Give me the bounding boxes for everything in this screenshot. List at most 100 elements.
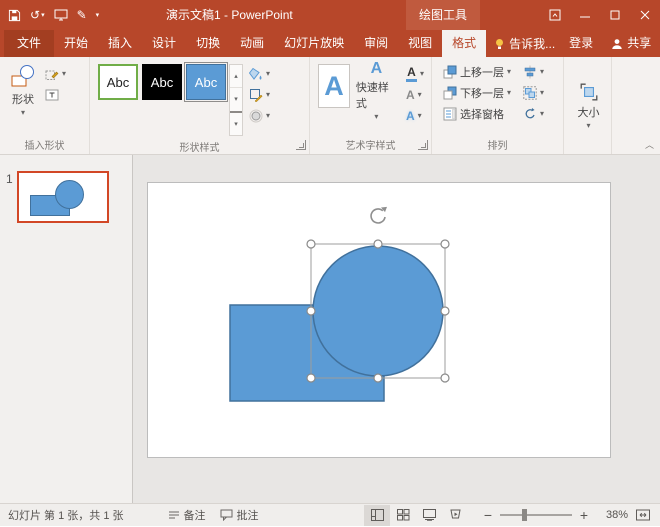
workspace: 1	[0, 155, 660, 503]
save-button[interactable]	[8, 9, 21, 22]
text-effects-icon: A	[406, 110, 415, 122]
send-backward-dropdown-icon: ▾	[507, 89, 511, 97]
size-dropdown-icon: ▾	[586, 122, 590, 130]
customize-qat-button[interactable]: ▾	[96, 12, 100, 19]
zoom-out-button[interactable]: −	[482, 508, 494, 522]
edit-shape-dropdown-icon: ▾	[62, 70, 66, 78]
handle-middle-left[interactable]	[307, 307, 315, 315]
text-outline-icon: A	[406, 89, 415, 101]
insert-shapes-button[interactable]: 形状 ▾	[6, 61, 40, 119]
text-effects-button[interactable]: A ▾	[403, 107, 427, 124]
share-button[interactable]: 共享	[605, 30, 657, 57]
selection-pane-button[interactable]: 选择窗格	[440, 105, 514, 122]
comments-button[interactable]: 批注	[213, 504, 266, 527]
align-button[interactable]: ▾	[520, 63, 547, 80]
send-backward-button[interactable]: 下移一层 ▾	[440, 84, 514, 101]
slideshow-view-button[interactable]	[442, 505, 468, 526]
handle-bottom-left[interactable]	[307, 374, 315, 382]
undo-icon: ↺	[30, 8, 40, 22]
gallery-up-icon[interactable]: ▴	[230, 65, 242, 87]
notes-button[interactable]: 备注	[161, 504, 213, 527]
handle-bottom-center[interactable]	[374, 374, 382, 382]
sign-in-button[interactable]: 登录	[563, 30, 599, 57]
shapes-button-label: 形状	[12, 91, 34, 107]
shape-fill-button[interactable]: ▾	[246, 65, 273, 82]
view-buttons	[364, 505, 468, 526]
text-fill-dropdown-icon: ▾	[420, 70, 424, 78]
handle-top-right[interactable]	[441, 240, 449, 248]
zoom-slider-thumb[interactable]	[522, 509, 527, 521]
close-button[interactable]	[630, 0, 660, 30]
slide-sorter-view-button[interactable]	[390, 505, 416, 526]
quick-styles-button[interactable]: A 快速样式 ▾	[352, 61, 401, 123]
zoom-controls: − + 38%	[482, 508, 652, 522]
slideshow-view-icon	[449, 509, 462, 521]
undo-button[interactable]: ↺ ▾	[30, 8, 45, 22]
wordart-dialog-launcher[interactable]	[418, 140, 428, 150]
handle-top-center[interactable]	[374, 240, 382, 248]
tell-me-box[interactable]: 告诉我...	[486, 30, 563, 57]
drawing-tools-context-header[interactable]: 绘图工具	[406, 0, 480, 30]
pen-mode-button[interactable]: ✎	[77, 8, 87, 22]
lightbulb-icon	[494, 38, 505, 50]
handle-middle-right[interactable]	[441, 307, 449, 315]
ribbon-display-options-button[interactable]	[540, 0, 570, 30]
tab-design[interactable]: 设计	[142, 30, 186, 57]
shape-style-swatch-1[interactable]: Abc	[98, 64, 138, 100]
start-slideshow-button[interactable]	[54, 9, 68, 21]
tab-format[interactable]: 格式	[442, 30, 486, 57]
shape-style-swatch-3[interactable]: Abc	[186, 64, 226, 100]
person-icon	[611, 38, 623, 50]
text-box-icon	[45, 88, 59, 102]
handle-bottom-right[interactable]	[441, 374, 449, 382]
normal-view-button[interactable]	[364, 505, 390, 526]
collapse-ribbon-icon[interactable]: ︿	[645, 138, 654, 151]
maximize-button[interactable]	[600, 0, 630, 30]
group-objects-dropdown-icon: ▾	[540, 89, 544, 97]
slide-canvas[interactable]	[147, 182, 611, 458]
shape-style-swatch-2[interactable]: Abc	[142, 64, 182, 100]
tab-transitions[interactable]: 切换	[186, 30, 230, 57]
minimize-button[interactable]	[570, 0, 600, 30]
reading-view-button[interactable]	[416, 505, 442, 526]
shape-styles-dialog-launcher[interactable]	[296, 140, 306, 150]
shape-style-gallery-scroll: ▴ ▾ ▾	[229, 64, 243, 136]
tab-insert[interactable]: 插入	[98, 30, 142, 57]
tab-slideshow[interactable]: 幻灯片放映	[274, 30, 354, 57]
tab-file[interactable]: 文件	[4, 30, 54, 57]
oval-shape[interactable]	[313, 246, 443, 376]
text-fill-icon: A	[407, 66, 416, 78]
text-box-button[interactable]	[42, 86, 69, 103]
rotate-objects-button[interactable]: ▾	[520, 105, 547, 122]
zoom-slider[interactable]	[500, 509, 572, 521]
slide-indicator[interactable]: 幻灯片 第 1 张，共 1 张	[8, 504, 131, 527]
shape-outline-dropdown-icon: ▾	[266, 91, 270, 99]
shape-effects-button[interactable]: ▾	[246, 107, 273, 124]
tab-review[interactable]: 审阅	[354, 30, 398, 57]
bring-forward-button[interactable]: 上移一层 ▾	[440, 63, 514, 80]
zoom-slider-track	[500, 514, 572, 516]
send-backward-label: 下移一层	[460, 85, 504, 101]
group-objects-button[interactable]: ▾	[520, 84, 547, 101]
handle-top-left[interactable]	[307, 240, 315, 248]
tab-view[interactable]: 视图	[398, 30, 442, 57]
size-button[interactable]: 大小 ▾	[574, 80, 604, 132]
fit-to-window-button[interactable]	[634, 509, 652, 521]
edit-shape-button[interactable]: ▾	[42, 65, 69, 82]
slide-1-thumbnail[interactable]	[17, 171, 109, 223]
thumbnail-row: 1	[6, 171, 132, 223]
zoom-in-button[interactable]: +	[578, 508, 590, 522]
text-outline-button[interactable]: A ▾	[403, 86, 427, 103]
wordart-group-label: 艺术字样式	[346, 137, 396, 152]
tab-animations[interactable]: 动画	[230, 30, 274, 57]
text-fill-button[interactable]: A ▾	[403, 65, 427, 82]
zoom-percentage[interactable]: 38%	[596, 509, 628, 521]
shape-outline-button[interactable]: ▾	[246, 86, 273, 103]
wordart-gallery-swatch[interactable]: A	[318, 64, 350, 108]
tab-home[interactable]: 开始	[54, 30, 98, 57]
rotation-handle[interactable]	[371, 207, 387, 223]
ribbon: 形状 ▾ ▾ 插入形状 Abc Abc A	[0, 57, 660, 155]
gallery-down-icon[interactable]: ▾	[230, 87, 242, 110]
slide-editing-area[interactable]	[133, 155, 660, 503]
gallery-more-icon[interactable]: ▾	[230, 111, 242, 135]
